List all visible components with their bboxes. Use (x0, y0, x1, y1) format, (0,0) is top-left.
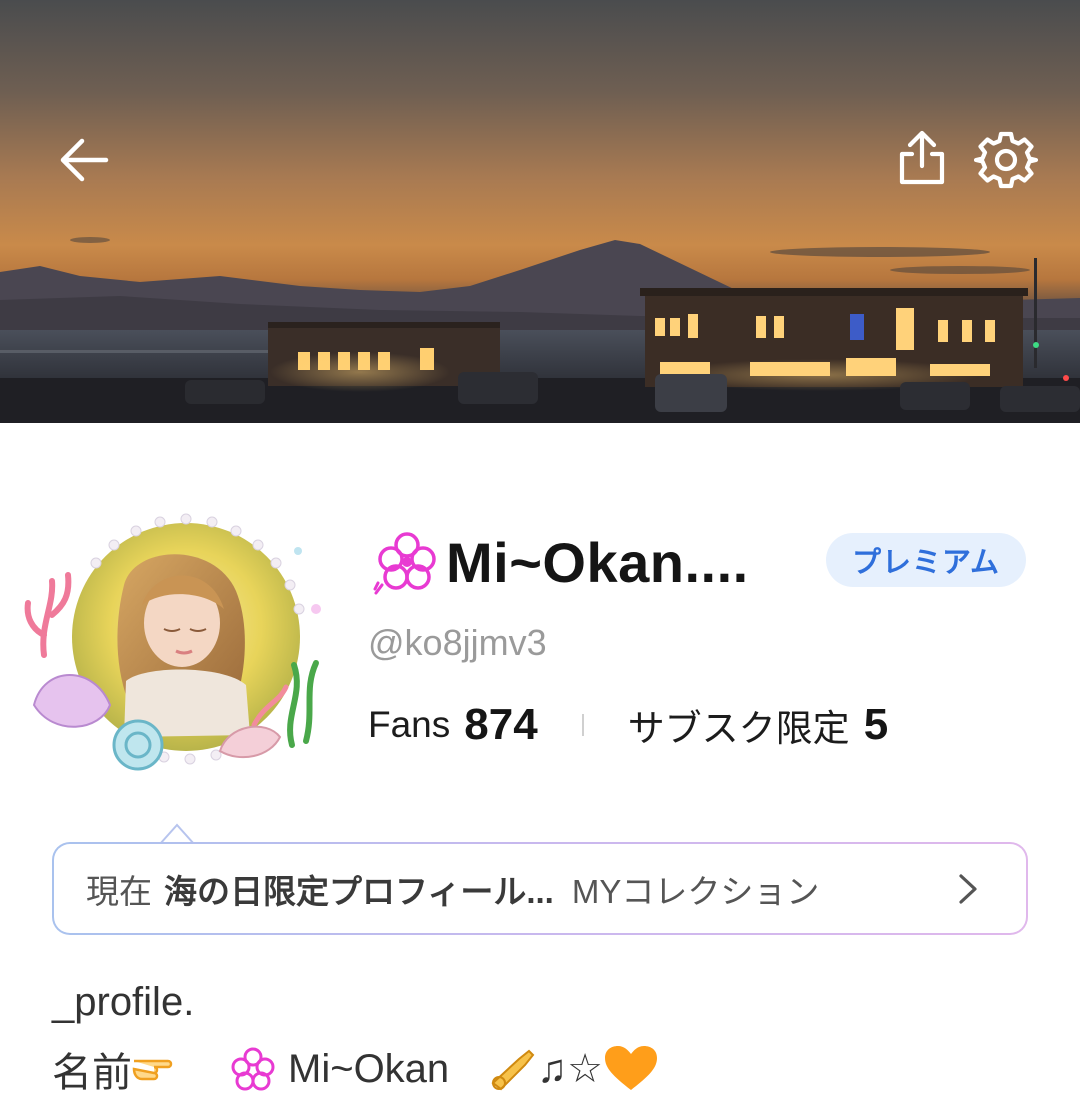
bio-name-label: 名前 (52, 1051, 132, 1095)
share-upload-icon (899, 130, 945, 185)
pointing-hand-icon (132, 1059, 173, 1081)
avatar[interactable] (14, 505, 334, 780)
sunset-landscape-illustration (0, 237, 1080, 423)
settings-button[interactable] (974, 128, 1038, 192)
my-collection-link[interactable]: MYコレクション (572, 865, 820, 913)
arrow-left-icon (60, 138, 109, 182)
fans-label[interactable]: Fans (368, 704, 450, 746)
collection-banner[interactable]: 現在 海の日限定プロフィール... MYコレクション (52, 842, 1028, 935)
chevron-right-icon (959, 874, 977, 904)
profile-name-text: Mi~Okan.... (446, 530, 749, 594)
pink-flower-icon (231, 1047, 275, 1091)
avatar-image (24, 513, 321, 771)
bio-line-2: 名前 Mi~Okan ♫☆ (52, 1040, 659, 1098)
bio-name-value: Mi~Okan (288, 1046, 450, 1091)
premium-badge: プレミアム (826, 533, 1026, 587)
stats-divider (581, 714, 584, 736)
profile-handle: @ko8jjmv3 (368, 622, 547, 663)
back-button[interactable] (52, 128, 116, 192)
pink-flower-icon (373, 532, 436, 595)
subscription-count[interactable]: 5 (864, 700, 888, 750)
profile-name: Mi~Okan.... (372, 527, 749, 597)
gear-icon (974, 131, 1038, 189)
subscription-label[interactable]: サブスク限定 (628, 698, 850, 752)
profile-stats: Fans 874 サブスク限定 5 (368, 695, 888, 755)
trumpet-icon (491, 1049, 535, 1091)
fans-count[interactable]: 874 (464, 700, 537, 750)
collection-prefix: 現在 (86, 872, 152, 910)
orange-heart-icon (605, 1046, 658, 1090)
cover-image (0, 0, 1080, 423)
bio-line-1: _profile. (52, 980, 195, 1024)
bio-suffix: ♫☆ (537, 1047, 604, 1091)
collection-title: 海の日限定プロフィール... (164, 872, 554, 910)
share-button[interactable] (892, 128, 952, 188)
